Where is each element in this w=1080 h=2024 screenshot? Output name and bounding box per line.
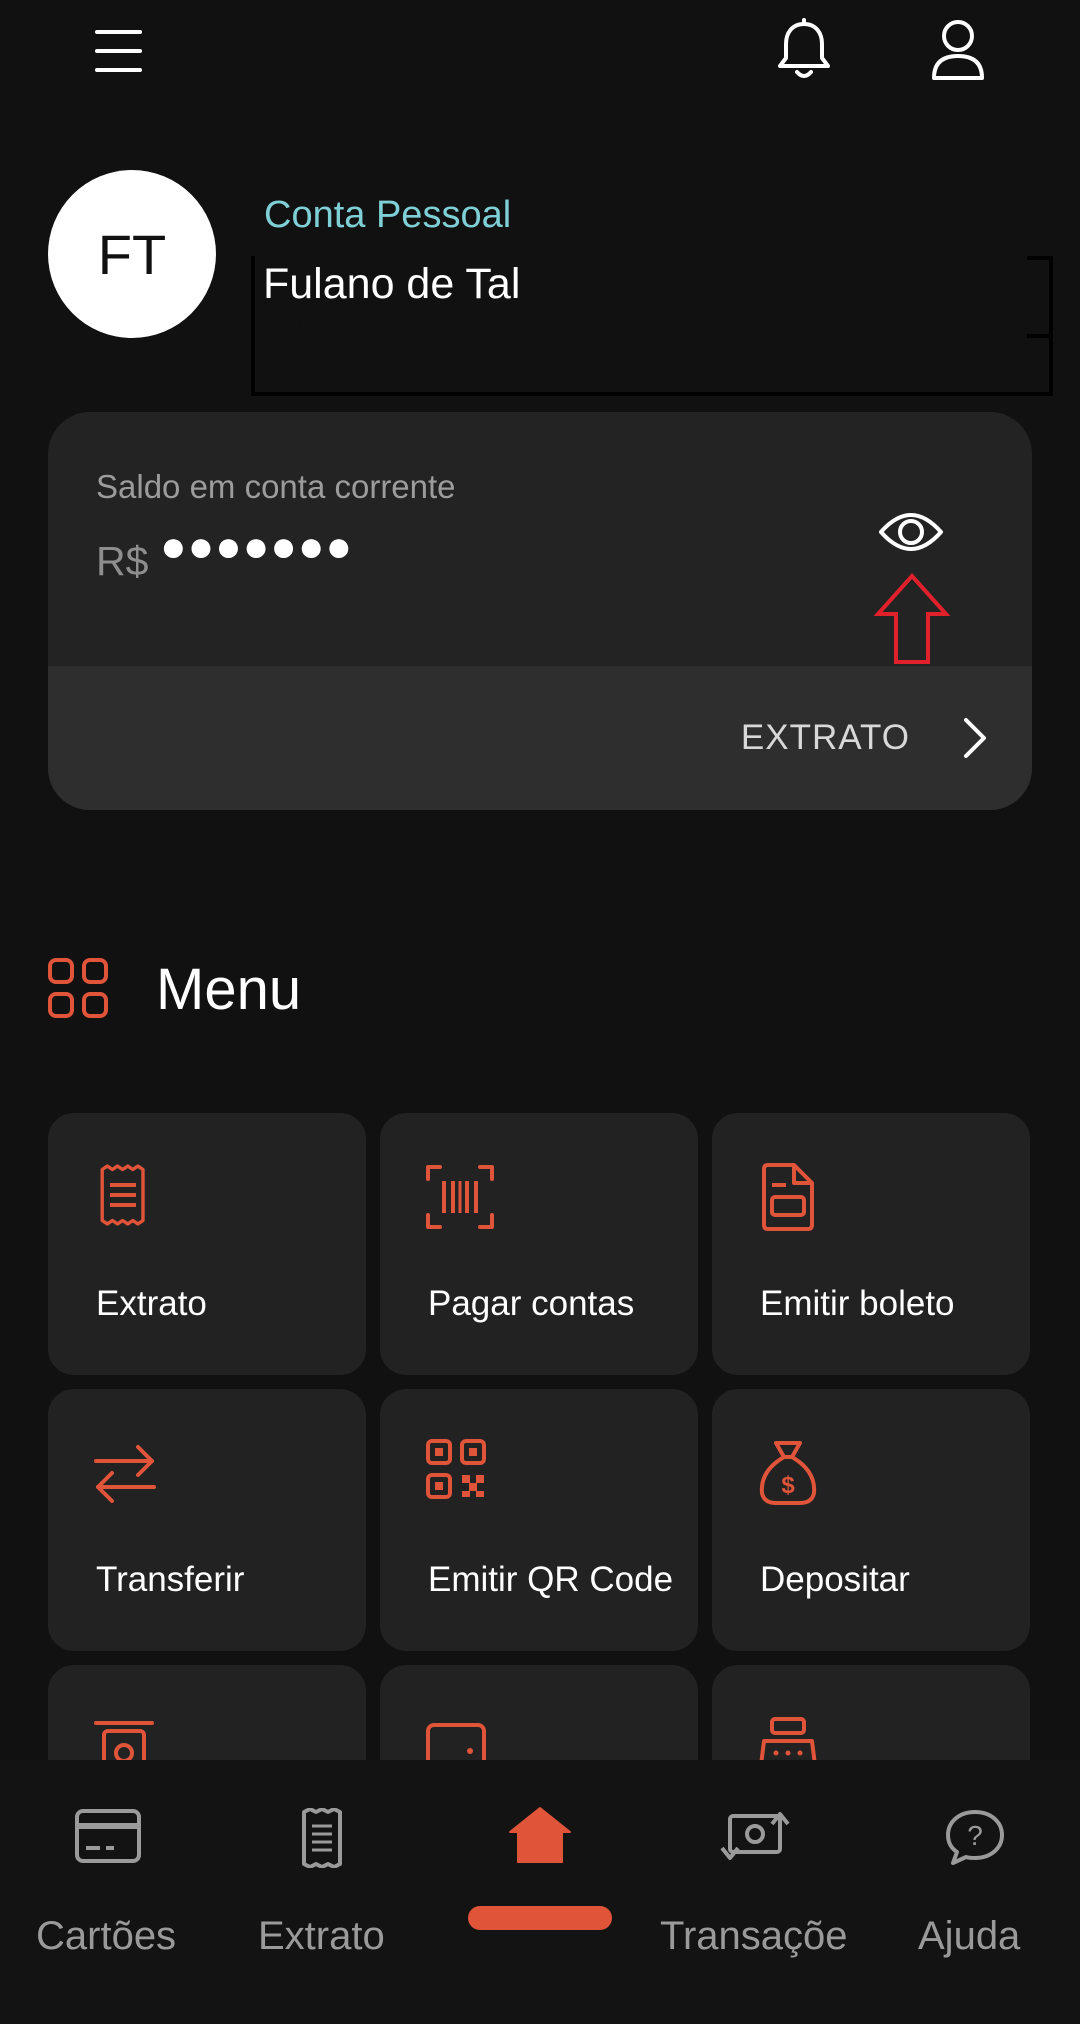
menu-item-label: Transferir [96,1560,245,1599]
menu-item-label: Pagar contas [428,1284,635,1323]
menu-item-emitir-boleto[interactable]: Emitir boleto [712,1113,1030,1375]
bottom-navigation: Cartões Extrato Transaçõe ? Ajuda [0,1760,1080,2024]
nav-label: Extrato [258,1914,385,1958]
annotation-up-arrow-icon [874,573,950,664]
svg-text:?: ? [967,1820,983,1851]
home-screen: FT Conta Pessoal Fulano de Tal Fulano de… [0,0,1080,2024]
nav-label: Ajuda [918,1914,1021,1958]
statement-link[interactable]: EXTRATO [48,666,1032,810]
nav-item-ajuda[interactable]: ? Ajuda [912,1760,1042,2024]
menu-header: Menu [48,957,648,1022]
eye-icon[interactable] [878,504,944,560]
nav-item-home[interactable] [468,1760,612,2024]
card-icon [75,1809,141,1863]
menu-item-extrato[interactable]: Extrato [48,1113,366,1375]
receipt-icon [100,1164,145,1226]
chevron-right-icon [964,718,986,758]
currency-symbol: R$ [96,538,149,584]
menu-item-pagar-contas[interactable]: Pagar contas [380,1113,698,1375]
money-bag-icon: $ [759,1441,817,1505]
menu-item-label: Depositar [760,1560,910,1599]
nav-item-transacoes[interactable]: Transaçõe [660,1760,860,2024]
barcode-scan-icon [426,1165,494,1229]
bell-icon[interactable] [776,18,832,82]
statement-link-label: EXTRATO [740,718,910,757]
receipt-icon [302,1808,342,1868]
help-chat-icon: ? [946,1810,1004,1865]
account-type-label: Conta Pessoal [264,194,512,236]
menu-title: Menu [156,957,302,1022]
nav-item-cartoes[interactable]: Cartões [22,1760,192,2024]
nav-label: Transaçõe [660,1914,848,1958]
balance-label: Saldo em conta corrente [96,468,456,505]
money-transfer-icon [720,1812,790,1860]
menu-item-depositar[interactable]: $ Depositar [712,1389,1030,1651]
menu-item-label: Emitir QR Code [428,1560,674,1599]
qr-code-icon [426,1439,486,1499]
menu-item-label: Emitir boleto [760,1284,955,1323]
document-icon [762,1163,814,1231]
top-bar [0,0,1080,110]
user-icon[interactable] [930,18,986,82]
balance-card: Saldo em conta corrente R$ ●●●●●●● EXTRA… [48,412,1032,810]
hamburger-icon[interactable] [92,28,146,74]
nav-label: Cartões [36,1914,177,1958]
hidden-balance: ●●●●●●● [160,522,354,571]
transfer-arrows-icon [94,1445,156,1503]
avatar[interactable]: FT [48,170,216,338]
svg-text:$: $ [781,1472,795,1499]
menu-item-transferir[interactable]: Transferir [48,1389,366,1651]
menu-item-emitir-qr-code[interactable]: Emitir QR Code [380,1389,698,1651]
home-active-indicator [468,1906,612,1930]
home-icon [509,1807,571,1863]
nav-item-extrato[interactable]: Extrato [248,1760,398,2024]
grid-icon [48,958,108,1018]
menu-item-label: Extrato [96,1284,207,1323]
annotation-box [251,256,1053,396]
